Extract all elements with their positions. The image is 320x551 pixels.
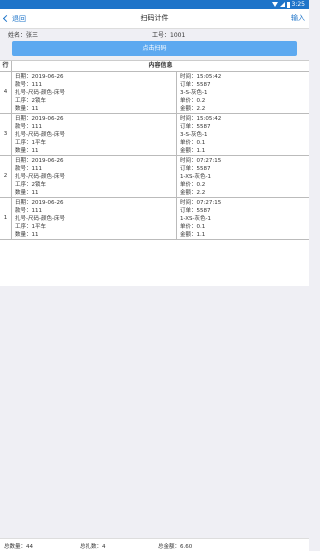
total-quantity: 总数量：44 <box>4 544 33 550</box>
row-index: 2 <box>0 156 12 197</box>
detail-line: 款号：111 <box>15 166 42 172</box>
detail-line: 日期：2019-06-26 <box>15 158 64 164</box>
detail-line: 金额：1.1 <box>180 232 206 238</box>
detail-line: 扎号-尺码-颜色-床号 <box>15 132 65 138</box>
page-title: 扫码计件 <box>140 14 169 22</box>
detail-line: 款号：111 <box>15 124 42 130</box>
table-row[interactable]: 1 日期：2019-06-26 款号：111 扎号-尺码-颜色-床号 工序：1平车 数量：… <box>0 198 309 240</box>
detail-line: 日期：2019-06-26 <box>15 74 64 80</box>
detail-line: 扎号-尺码-颜色-床号 <box>15 90 65 96</box>
row-right-details: 时间：15:05:42 订单：5587 3-S-灰色-1 单价：0.2 金额：2.2 <box>178 72 309 113</box>
detail-line: 时间：15:05:42 <box>180 116 222 122</box>
header-row-no: 行 <box>0 61 12 71</box>
detail-line: 数量：11 <box>15 106 39 112</box>
detail-line: 金额：1.1 <box>180 148 206 154</box>
detail-line: 工序：1平车 <box>15 224 46 230</box>
worker-info: 姓名：张三 工号：1001 <box>0 29 309 39</box>
detail-line: 订单：5587 <box>180 124 211 130</box>
total-amount: 总金额：6.60 <box>158 544 193 550</box>
detail-line: 时间：15:05:42 <box>180 74 222 80</box>
row-index: 4 <box>0 72 12 113</box>
detail-line: 款号：111 <box>15 208 42 214</box>
detail-line: 1-XS-灰色-1 <box>180 174 211 180</box>
worker-job-no: 工号：1001 <box>152 32 186 39</box>
detail-line: 单价：0.2 <box>180 98 206 104</box>
row-left-details: 日期：2019-06-26 款号：111 扎号-尺码-颜色-床号 工序：1平车 数量：1… <box>12 198 177 239</box>
detail-line: 时间：07:27:15 <box>180 158 222 164</box>
row-right-details: 时间：07:27:15 订单：5587 1-XS-灰色-1 单价：0.2 金额：2.2 <box>178 156 309 197</box>
detail-line: 金额：2.2 <box>180 190 206 196</box>
detail-line: 工序：2锁车 <box>15 182 46 188</box>
detail-line: 订单：5587 <box>180 82 211 88</box>
row-left-details: 日期：2019-06-26 款号：111 扎号-尺码-颜色-床号 工序：1平车 数量：1… <box>12 114 177 155</box>
records-table: 行 内容信息 4 日期：2019-06-26 款号：111 扎号-尺码-颜色-床号 工序… <box>0 60 309 286</box>
detail-line: 单价：0.1 <box>180 224 206 230</box>
detail-line: 日期：2019-06-26 <box>15 200 64 206</box>
total-bundles: 总扎数：4 <box>80 544 106 550</box>
table-header: 行 内容信息 <box>0 61 309 72</box>
status-time: 3:25 <box>291 1 305 8</box>
detail-line: 扎号-尺码-颜色-床号 <box>15 216 65 222</box>
wifi-icon <box>271 2 278 7</box>
detail-line: 数量：11 <box>15 232 39 238</box>
detail-line: 单价：0.1 <box>180 140 206 146</box>
status-icons: 3:25 <box>271 0 305 9</box>
row-right-details: 时间：07:27:15 订单：5587 1-XS-灰色-1 单价：0.1 金额：1.1 <box>178 198 309 239</box>
table-body: 4 日期：2019-06-26 款号：111 扎号-尺码-颜色-床号 工序：2锁车 数量：… <box>0 72 309 240</box>
row-left-details: 日期：2019-06-26 款号：111 扎号-尺码-颜色-床号 工序：2锁车 数量：1… <box>12 72 177 113</box>
summary-footer: 总数量：44 总扎数：4 总金额：6.60 <box>0 538 309 551</box>
scan-button[interactable]: 点击扫码 <box>12 41 297 56</box>
detail-line: 数量：11 <box>15 190 39 196</box>
detail-line: 订单：5587 <box>180 166 211 172</box>
detail-line: 时间：07:27:15 <box>180 200 222 206</box>
header-content: 内容信息 <box>148 62 173 69</box>
detail-line: 日期：2019-06-26 <box>15 116 64 122</box>
nav-bar: 退回 扫码计件 输入 <box>0 9 309 29</box>
table-row[interactable]: 3 日期：2019-06-26 款号：111 扎号-尺码-颜色-床号 工序：1平车 数量：… <box>0 114 309 156</box>
input-button[interactable]: 输入 <box>291 9 305 28</box>
detail-line: 1-XS-灰色-1 <box>180 216 211 222</box>
worker-name: 姓名：张三 <box>8 32 39 39</box>
detail-line: 数量：11 <box>15 148 39 154</box>
status-bar: 3:25 <box>0 0 309 9</box>
detail-line: 金额：2.2 <box>180 106 206 112</box>
row-right-details: 时间：15:05:42 订单：5587 3-S-灰色-1 单价：0.1 金额：1.1 <box>178 114 309 155</box>
table-row[interactable]: 2 日期：2019-06-26 款号：111 扎号-尺码-颜色-床号 工序：2锁车 数量：… <box>0 156 309 198</box>
detail-line: 单价：0.2 <box>180 182 206 188</box>
row-index: 3 <box>0 114 12 155</box>
detail-line: 订单：5587 <box>180 208 211 214</box>
row-index: 1 <box>0 198 12 239</box>
detail-line: 工序：2锁车 <box>15 98 46 104</box>
detail-line: 3-S-灰色-1 <box>180 132 208 138</box>
battery-icon <box>286 1 290 8</box>
signal-icon <box>279 2 285 7</box>
detail-line: 工序：1平车 <box>15 140 46 146</box>
detail-line: 款号：111 <box>15 82 42 88</box>
table-row[interactable]: 4 日期：2019-06-26 款号：111 扎号-尺码-颜色-床号 工序：2锁车 数量：… <box>0 72 309 114</box>
row-left-details: 日期：2019-06-26 款号：111 扎号-尺码-颜色-床号 工序：2锁车 数量：1… <box>12 156 177 197</box>
detail-line: 3-S-灰色-1 <box>180 90 208 96</box>
detail-line: 扎号-尺码-颜色-床号 <box>15 174 65 180</box>
